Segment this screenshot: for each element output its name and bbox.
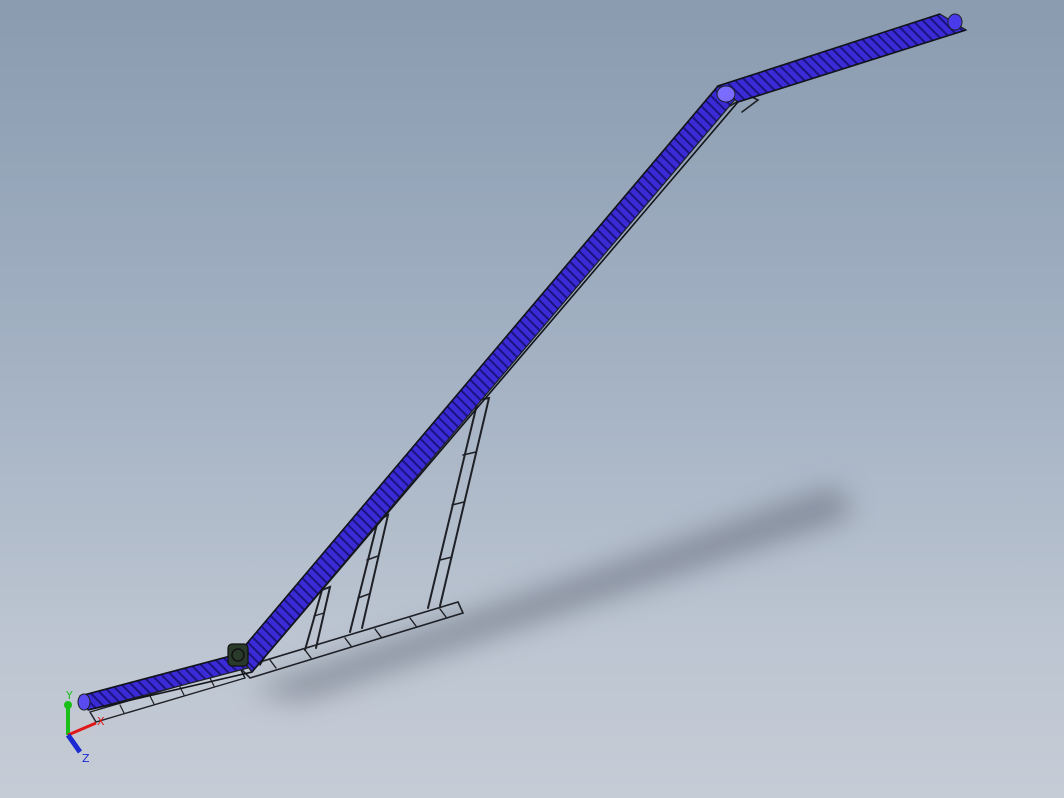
drive-motor (227, 643, 249, 667)
ground-shadow (250, 488, 850, 700)
conveyor-model-scene[interactable]: X Y Z (0, 0, 1064, 798)
discharge-pulley (947, 13, 963, 31)
3d-viewport[interactable]: X Y Z (0, 0, 1064, 798)
head-pulley (716, 85, 736, 103)
triad-y-label: Y (65, 689, 73, 702)
belt-inclined-run (237, 85, 739, 673)
tail-pulley (77, 693, 91, 711)
triad-z-label: Z (82, 752, 90, 765)
belt-upper-run (716, 13, 968, 103)
triad-x-label: X (97, 715, 105, 728)
